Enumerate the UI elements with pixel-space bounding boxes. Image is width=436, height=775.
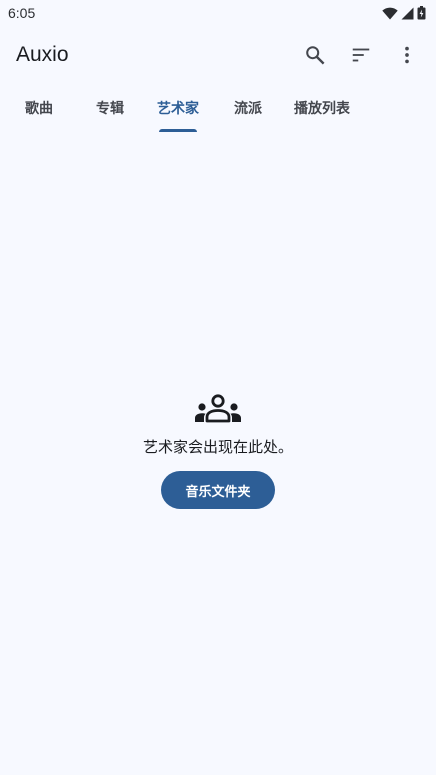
search-button[interactable] bbox=[292, 32, 338, 78]
empty-state: 艺术家会出现在此处。 音乐文件夹 bbox=[0, 394, 436, 509]
tab-label: 专辑 bbox=[96, 101, 124, 117]
music-folders-button[interactable]: 音乐文件夹 bbox=[161, 471, 275, 509]
status-bar: 6:05 bbox=[0, 0, 436, 26]
tab-label: 歌曲 bbox=[25, 101, 53, 117]
tab-albums[interactable]: 专辑 bbox=[78, 90, 142, 132]
tab-songs[interactable]: 歌曲 bbox=[0, 90, 78, 132]
tab-label: 流派 bbox=[234, 101, 262, 117]
people-group-icon bbox=[194, 394, 242, 424]
library-tabs: 歌曲 专辑 艺术家 流派 播放列表 bbox=[0, 90, 436, 134]
sort-button[interactable] bbox=[338, 32, 384, 78]
empty-state-message: 艺术家会出现在此处。 bbox=[142, 438, 293, 456]
tab-label: 播放列表 bbox=[294, 101, 350, 117]
app-bar-actions bbox=[292, 32, 430, 78]
battery-icon bbox=[417, 6, 426, 20]
status-icons bbox=[382, 6, 426, 20]
wifi-icon bbox=[382, 7, 398, 20]
more-vert-icon bbox=[396, 44, 418, 66]
tab-label: 艺术家 bbox=[157, 101, 199, 117]
top-app-bar: Auxio bbox=[0, 26, 436, 84]
status-time: 6:05 bbox=[8, 5, 36, 21]
tab-genres[interactable]: 流派 bbox=[214, 90, 282, 132]
tab-artists[interactable]: 艺术家 bbox=[142, 90, 214, 132]
more-options-button[interactable] bbox=[384, 32, 430, 78]
tab-playlists[interactable]: 播放列表 bbox=[282, 90, 362, 132]
search-icon bbox=[304, 44, 326, 66]
app-title: Auxio bbox=[16, 43, 69, 66]
active-tab-indicator bbox=[159, 129, 197, 132]
sort-icon bbox=[350, 44, 372, 66]
cellular-signal-icon bbox=[401, 7, 414, 20]
